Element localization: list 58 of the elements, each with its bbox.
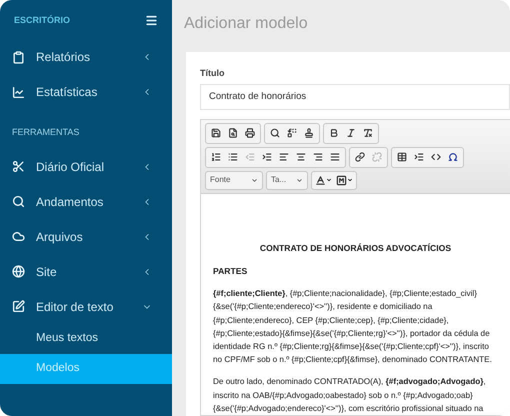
sidebar-item[interactable]: Site <box>0 254 172 289</box>
letter-square-icon <box>336 174 347 186</box>
clear-format-icon <box>363 128 373 138</box>
sidebar-item[interactable]: Editor de texto <box>0 289 172 324</box>
link-icon <box>355 152 365 162</box>
caret-icon <box>347 177 353 184</box>
numbered-list-icon <box>211 152 221 162</box>
search-icon <box>12 195 25 208</box>
preview-icon <box>228 128 238 138</box>
document-paragraph: De outro lado, denominado CONTRATADO(A), {#f;advogado;Advogado}, inscrito na OAB/{#p;Advogado;oabestado} sob o n.º {#p;Advogado;oab} {&se('{#p;Advogado;endereco}'<>'')}, com escritório profissional situado na <box>213 376 487 415</box>
background-color-button[interactable] <box>336 174 353 186</box>
justify-icon <box>330 152 340 162</box>
replace-icon <box>287 128 297 138</box>
sidebar-item[interactable]: Diário Oficial <box>0 149 172 184</box>
outdent-icon <box>245 152 255 162</box>
save-icon <box>211 128 221 138</box>
section-heading: FERRAMENTAS <box>11 126 80 138</box>
search-icon <box>270 128 280 138</box>
size-select[interactable]: Ta... <box>266 170 308 190</box>
edit-icon <box>12 300 25 313</box>
align-right-icon <box>313 152 323 162</box>
omega-icon <box>448 152 458 162</box>
sidebar-item[interactable]: Andamentos <box>0 184 172 219</box>
align-center-icon <box>296 152 306 162</box>
cloud-icon <box>12 230 25 243</box>
bullet-list-icon <box>228 152 238 162</box>
italic-icon <box>346 128 356 138</box>
scissors-icon <box>12 160 25 173</box>
indent-block-icon <box>414 152 424 162</box>
title-input[interactable]: Contrato de honorários <box>200 84 510 110</box>
text-color-icon <box>315 174 326 186</box>
caret-icon <box>326 177 332 184</box>
caret-icon <box>251 176 258 184</box>
chart-icon <box>12 86 25 98</box>
font-select[interactable]: Fonte <box>205 170 263 190</box>
section-title: PARTES <box>213 264 248 278</box>
globe-icon <box>12 265 25 278</box>
indent-icon <box>262 152 272 162</box>
sidebar-title: ESCRITÓRIO <box>14 14 70 27</box>
document-heading: CONTRATO DE HONORÁRIOS ADVOCATÍCIOS <box>258 242 452 255</box>
clipboard-icon <box>12 50 25 64</box>
code-icon <box>431 152 441 162</box>
sidebar-item[interactable]: Arquivos <box>0 219 172 254</box>
unlink-icon <box>372 152 382 162</box>
document-paragraph: {#f;cliente;Cliente}, {#p;Cliente;nacionalidade}, {#p;Cliente;estado_civil} {&se('{#p;Cliente;endereco}'<>'')}, residente e domiciliado na {#p;Cliente;endereco}, CEP {#p;Cliente;cep}, {#p;Cliente;cidade}, {#p;Cliente;estado}{&fimse}{&se('{#p;Cliente;rg}'<>'')}, portador da cédula de identidade RG n.º {#p;Cliente;rg}{&fimse}{&se('{#p;Cliente;cpf}'<>'')}, inscrito no CPF/MF sob o n.º {#p;Cliente;cpf}{&fimse}, denominado CONTRATANTE. <box>213 288 493 366</box>
text-color-button[interactable] <box>315 174 332 186</box>
sidebar-item[interactable]: Relatórios <box>0 40 172 74</box>
submenu-item[interactable]: Meus textos <box>0 324 172 354</box>
page-title: Adicionar modelo <box>183 14 309 34</box>
sidebar-item[interactable]: Estatísticas <box>0 74 172 110</box>
menu-icon[interactable] <box>145 14 158 28</box>
align-left-icon <box>279 152 289 162</box>
stamp-icon <box>304 128 314 138</box>
table-icon <box>397 152 407 162</box>
print-icon <box>245 128 255 138</box>
caret-icon <box>296 176 303 184</box>
title-label: Título <box>200 67 226 80</box>
bold-icon <box>329 128 339 138</box>
